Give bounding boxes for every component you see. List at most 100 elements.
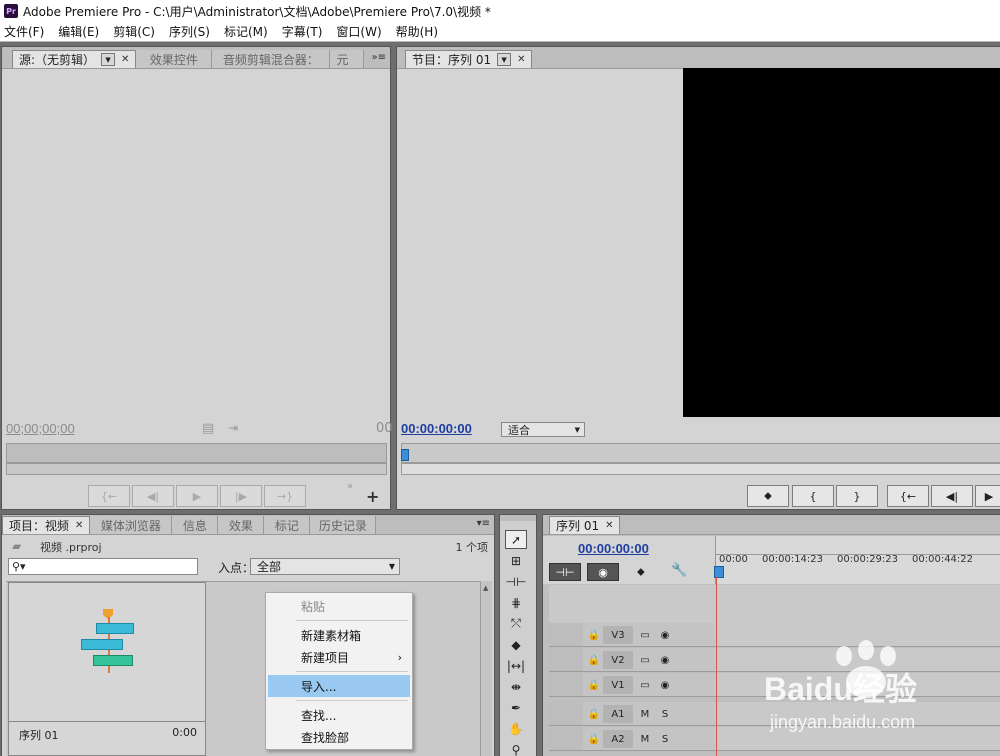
magnet-icon[interactable]: ◉ [587, 563, 619, 581]
eye-icon[interactable]: ◉ [657, 626, 673, 644]
program-timecode[interactable]: 00:00:00:00 [401, 421, 472, 436]
step-back-button[interactable]: ◀| [132, 485, 174, 507]
tab-audio-clip-mixer[interactable]: 音频剪辑混合器： [212, 50, 331, 68]
close-icon[interactable]: ✕ [75, 520, 83, 531]
mute-button[interactable]: M [637, 730, 653, 748]
track-header[interactable]: 🔒 V2 ▭ ◉ [583, 648, 715, 672]
menu-help[interactable]: 帮助(H) [396, 23, 438, 40]
add-marker-icon[interactable]: ⬥ [637, 565, 645, 579]
timeline-timecode[interactable]: 00:00:00:00 [578, 541, 649, 556]
tab-markers[interactable]: 标记 [264, 516, 311, 534]
playhead-icon[interactable] [401, 449, 409, 461]
chevron-more-icon[interactable]: » [347, 481, 353, 492]
track-gutter[interactable] [549, 702, 583, 726]
eye-icon[interactable]: ◉ [657, 676, 673, 694]
ripple-edit-tool-icon[interactable]: ⊣⊢ [505, 572, 527, 591]
step-forward-button[interactable]: |▶ [220, 485, 262, 507]
close-icon[interactable]: ✕ [121, 54, 129, 65]
slip-tool-icon[interactable]: |↔| [505, 656, 527, 675]
menu-edit[interactable]: 编辑(E) [58, 23, 99, 40]
play-button[interactable]: ▶ [975, 485, 1000, 507]
track-select-tool-icon[interactable]: ⊞ [505, 551, 527, 570]
track-name[interactable]: V3 [603, 626, 633, 644]
track-gutter[interactable] [549, 673, 583, 697]
tab-history[interactable]: 历史记录 [310, 516, 377, 534]
filmstrip-icon[interactable]: ▭ [637, 651, 653, 669]
filmstrip-icon[interactable]: ▭ [637, 676, 653, 694]
menu-item-import[interactable]: 导入... [268, 675, 410, 697]
zoom-tool-icon[interactable]: ⚲ [505, 740, 527, 756]
pen-tool-icon[interactable]: ✒ [505, 698, 527, 717]
step-back-button[interactable]: ◀| [931, 485, 973, 507]
menu-item-new-item[interactable]: 新建项目 › [268, 646, 410, 668]
eye-icon[interactable]: ◉ [657, 651, 673, 669]
menu-window[interactable]: 窗口(W) [336, 23, 381, 40]
mark-out-button[interactable]: } [836, 485, 878, 507]
source-timecode[interactable]: 00;00;00;00 [6, 421, 75, 436]
selection-tool-icon[interactable]: ➚ [505, 530, 527, 549]
track-header[interactable]: 🔒 A1 M S [583, 702, 715, 726]
program-scrub-bar[interactable] [401, 443, 1000, 463]
tab-media-browser[interactable]: 媒体浏览器 [90, 516, 173, 534]
menu-marker[interactable]: 标记(M) [224, 23, 268, 40]
panel-menu-icon[interactable]: ▾≡ [477, 518, 490, 529]
close-icon[interactable]: ✕ [605, 520, 613, 531]
tab-source[interactable]: 源:（无剪辑） ▼ ✕ [12, 50, 137, 68]
menu-item-find[interactable]: 查找... [268, 704, 410, 726]
go-to-in-button[interactable]: {← [88, 485, 130, 507]
close-icon[interactable]: ✕ [517, 54, 525, 65]
lock-icon[interactable]: 🔒 [587, 626, 601, 644]
tab-effect-controls[interactable]: 效果控件 [136, 50, 213, 68]
panel-menu-icon[interactable]: »≡ [372, 52, 387, 63]
lock-icon[interactable]: 🔒 [587, 651, 601, 669]
track-name[interactable]: V2 [603, 651, 633, 669]
track-gutter[interactable] [549, 623, 583, 647]
menu-clip[interactable]: 剪辑(C) [113, 23, 155, 40]
mute-button[interactable]: M [637, 705, 653, 723]
snap-toggle-icon[interactable]: ⊣⊢ [549, 563, 581, 581]
sequence-thumbnail[interactable] [8, 582, 206, 722]
solo-button[interactable]: S [657, 705, 673, 723]
source-scrub-bar[interactable] [6, 443, 387, 463]
rate-stretch-tool-icon[interactable]: ⤲ [505, 614, 527, 633]
menu-title[interactable]: 字幕(T) [282, 23, 323, 40]
tab-sequence[interactable]: 序列 01 ✕ [549, 516, 621, 534]
add-marker-button[interactable]: ⬥ [747, 485, 789, 507]
track-gutter[interactable] [549, 648, 583, 672]
tab-project[interactable]: 项目：视频 ✕ [2, 516, 91, 534]
tab-metadata[interactable]: 元 [330, 50, 365, 68]
filmstrip-icon[interactable]: ▭ [637, 626, 653, 644]
wrench-icon[interactable]: 🔧 [671, 563, 687, 578]
search-input[interactable]: ⚲▾ [8, 558, 198, 575]
rolling-edit-tool-icon[interactable]: ⋕ [505, 593, 527, 612]
menu-item-find-faces[interactable]: 查找脸部 [268, 726, 410, 748]
program-zoom-bar[interactable] [401, 463, 1000, 475]
track-name[interactable]: A2 [603, 730, 633, 748]
hand-tool-icon[interactable]: ✋ [505, 719, 527, 738]
track-header[interactable]: 🔒 A2 M S [583, 727, 715, 751]
in-point-select[interactable]: 全部 ▼ [250, 558, 400, 575]
menu-item-paste[interactable]: 粘贴 [268, 595, 410, 617]
project-scrollbar[interactable]: ▲ [480, 581, 492, 756]
film-icon[interactable]: ▤ [202, 421, 214, 436]
sequence-info[interactable]: 序列 01 0:00 [8, 722, 206, 756]
chevron-down-icon[interactable]: ▼ [497, 53, 512, 66]
track-name[interactable]: V1 [603, 676, 633, 694]
menu-item-new-bin[interactable]: 新建素材箱 [268, 624, 410, 646]
menu-file[interactable]: 文件(F) [4, 23, 44, 40]
add-button-icon[interactable]: + [366, 487, 379, 506]
tab-effects[interactable]: 效果 [218, 516, 265, 534]
source-zoom-bar[interactable] [6, 463, 387, 475]
solo-button[interactable]: S [657, 730, 673, 748]
go-to-out-button[interactable]: →} [264, 485, 306, 507]
lock-icon[interactable]: 🔒 [587, 676, 601, 694]
play-button[interactable]: ▶ [176, 485, 218, 507]
track-name[interactable]: A1 [603, 705, 633, 723]
tab-info[interactable]: 信息 [172, 516, 219, 534]
tab-program[interactable]: 节目：序列 01 ▼ ✕ [405, 50, 533, 68]
lock-icon[interactable]: 🔒 [587, 730, 601, 748]
razor-tool-icon[interactable]: ◆ [505, 635, 527, 654]
time-ruler[interactable]: 00:00 00:00:14:23 00:00:29:23 00:00:44:2… [714, 536, 1000, 584]
slide-tool-icon[interactable]: ⇼ [505, 677, 527, 696]
mark-in-button[interactable]: { [792, 485, 834, 507]
